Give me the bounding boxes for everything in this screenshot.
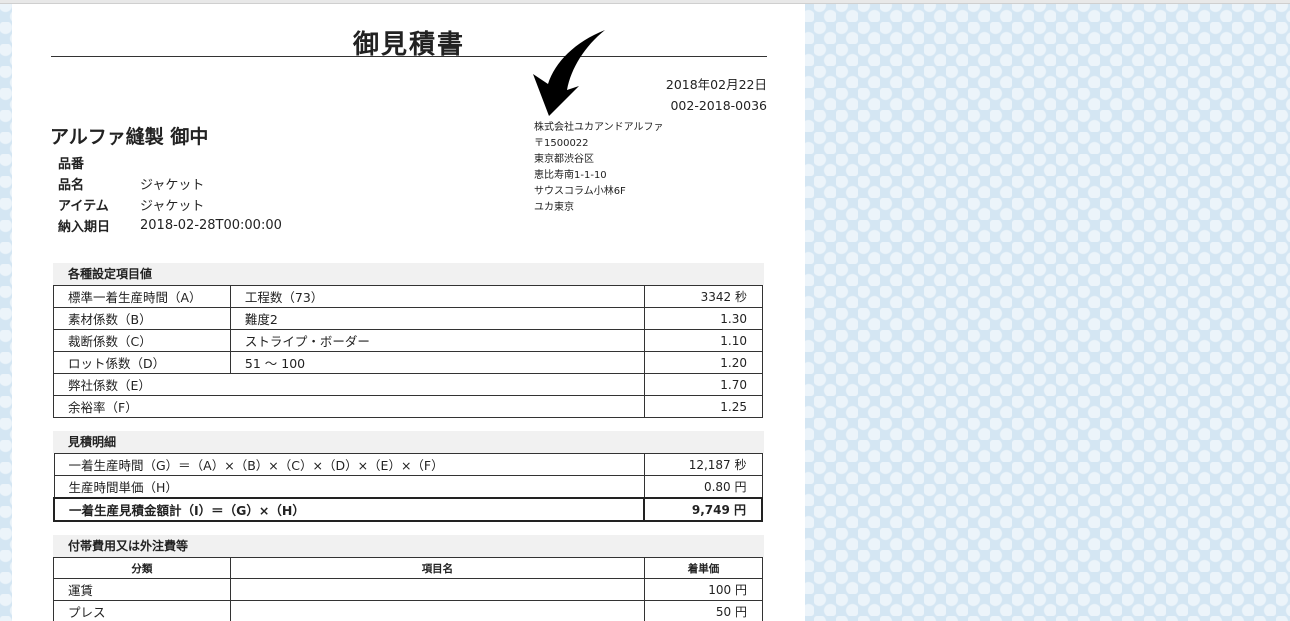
settings-heading: 各種設定項目値 [53,263,764,285]
product-info: 品番 品名 ジャケット アイテム ジャケット 納入期日 2018-02-28T0… [58,152,282,236]
company-address: 株式会社ユカアンドアルファ 〒1500022 東京都渋谷区 恵比寿南1-1-10… [534,120,664,216]
table-row: 弊社係数（E） 1.70 [52,373,763,396]
table-row: 一着生産時間（G）＝（A）×（B）×（C）×（D）×（E）×（F） 12,187… [53,453,763,476]
setting-name: 弊社係数（E） [52,373,646,396]
product-value: 2018-02-28T00:00:00 [140,218,282,233]
quotation-page: 御見積書 2018年02月22日 002-2018-0036 株式会社ユカアンド… [12,4,805,621]
setting-name: ロット係数（D） [53,351,231,374]
product-row: 品名 ジャケット [58,173,282,194]
estimate-value: 0.80 円 [643,475,763,499]
estimate-value: 12,187 秒 [643,453,763,476]
table-row: 運賃 100 円 [53,578,763,601]
table-row: プレス 50 円 [53,600,763,621]
table-header-row: 分類 項目名 着単価 [53,557,763,579]
setting-value: 1.20 [644,351,763,374]
title-underline [51,56,767,57]
product-label: アイテム [58,199,109,214]
column-header-category: 分類 [53,557,231,579]
table-row: 標準一着生産時間（A） 工程数（73） 3342 秒 [53,285,763,308]
product-value [140,152,282,173]
company-branch: ユカ東京 [534,202,574,213]
table-row: 生産時間単価（H） 0.80 円 [53,475,763,499]
extras-table: 分類 項目名 着単価 運賃 100 円 プレス 50 円 [53,557,763,621]
company-name: 株式会社ユカアンドアルファ [534,122,664,133]
product-label: 品名 [58,178,85,193]
estimate-name: 一着生産時間（G）＝（A）×（B）×（C）×（D）×（E）×（F） [53,453,645,476]
setting-detail: 工程数（73） [229,285,646,308]
product-value: ジャケット [140,178,205,193]
extra-price: 100 円 [644,578,763,601]
table-row: 素材係数（B） 難度2 1.30 [53,307,763,330]
product-label: 品番 [58,157,85,172]
table-row: 余裕率（F） 1.25 [52,395,763,418]
company-postal: 〒1500022 [534,138,589,149]
product-row: 納入期日 2018-02-28T00:00:00 [58,215,282,236]
setting-name: 素材係数（B） [53,307,231,330]
setting-name: 裁断係数（C） [53,329,231,352]
extra-category: プレス [53,600,231,621]
extra-price: 50 円 [644,600,763,621]
product-row: アイテム ジャケット [58,194,282,215]
company-city: 東京都渋谷区 [534,154,594,165]
extra-item [229,600,646,621]
estimate-total-name: 一着生産見積金額計（I）＝（G）×（H） [52,497,646,522]
table-row: ロット係数（D） 51 ～ 100 1.20 [53,351,763,374]
company-street: 恵比寿南1-1-10 [534,170,607,181]
extras-heading: 付帯費用又は外注費等 [53,535,764,557]
document-number: 002-2018-0036 [670,98,767,113]
company-building: サウスコラム小林6F [534,186,626,197]
setting-value: 3342 秒 [644,285,763,308]
column-header-price: 着単価 [644,557,763,579]
document-meta: 2018年02月22日 002-2018-0036 [666,74,767,116]
estimate-heading: 見積明細 [53,431,764,453]
setting-detail: ストライプ・ボーダー [229,329,646,352]
column-header-item: 項目名 [229,557,646,579]
product-value: ジャケット [140,199,205,214]
arrow-pointer-icon [533,30,605,116]
setting-name: 標準一着生産時間（A） [53,285,231,308]
setting-value: 1.10 [644,329,763,352]
client-name: アルファ縫製 御中 [50,126,209,148]
setting-value: 1.70 [644,373,763,396]
estimate-table: 一着生産時間（G）＝（A）×（B）×（C）×（D）×（E）×（F） 12,187… [52,453,763,522]
total-row: 一着生産見積金額計（I）＝（G）×（H） 9,749 円 [52,497,763,522]
product-row: 品番 [58,152,282,173]
issue-date: 2018年02月22日 [665,77,767,92]
setting-value: 1.25 [644,395,763,418]
table-row: 裁断係数（C） ストライプ・ボーダー 1.10 [53,329,763,352]
estimate-name: 生産時間単価（H） [53,475,645,499]
setting-detail: 51 ～ 100 [229,351,646,374]
setting-detail: 難度2 [229,307,646,330]
setting-name: 余裕率（F） [52,395,646,418]
extra-category: 運賃 [53,578,231,601]
settings-table: 標準一着生産時間（A） 工程数（73） 3342 秒 素材係数（B） 難度2 1… [52,285,763,418]
estimate-total-value: 9,749 円 [643,497,763,522]
setting-value: 1.30 [644,307,763,330]
extra-item [229,578,646,601]
product-label: 納入期日 [58,220,111,235]
